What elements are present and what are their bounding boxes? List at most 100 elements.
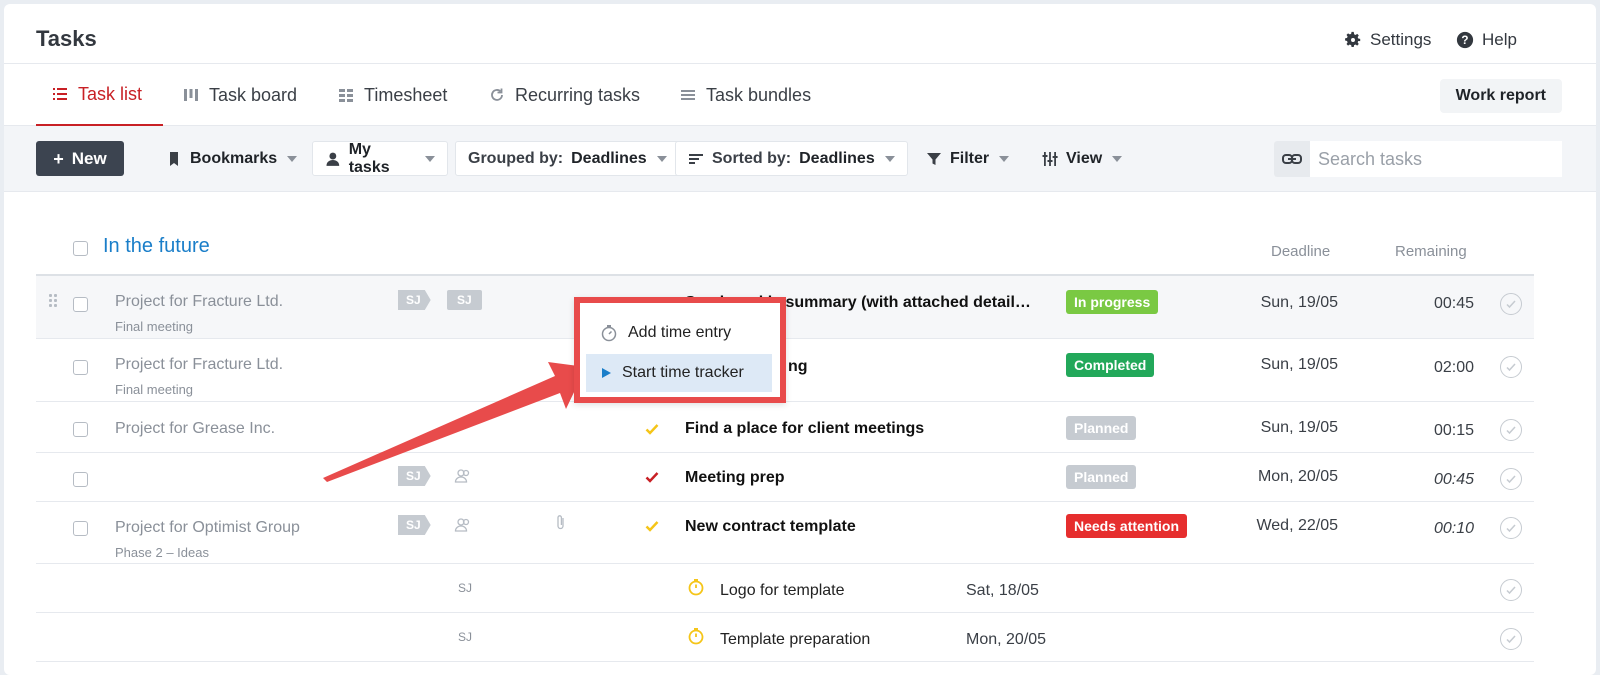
tab-task-board[interactable]: Task board <box>167 64 313 126</box>
add-time-entry-item[interactable]: Add time entry <box>586 314 772 352</box>
paperclip-icon <box>557 515 564 530</box>
project-name[interactable]: Project for Grease Inc. <box>115 420 275 438</box>
project-phase: Final meeting <box>115 382 194 397</box>
recurring-icon <box>491 88 503 101</box>
tab-bar: Task list Task board Timesheet Recurring… <box>4 64 1596 126</box>
tab-timesheet[interactable]: Timesheet <box>322 64 463 126</box>
timer-popup-menu: Add time entry Start time tracker <box>574 297 786 403</box>
tab-task-bundles[interactable]: Task bundles <box>664 64 827 126</box>
board-icon <box>184 89 198 101</box>
help-icon: ? <box>1456 31 1474 49</box>
task-name[interactable]: Meeting prep <box>685 469 785 487</box>
grouped-by-dropdown[interactable]: Grouped by: Deadlines <box>455 141 680 176</box>
complete-check-icon[interactable] <box>1500 517 1522 539</box>
sorted-prefix: Sorted by: <box>712 149 792 167</box>
tab-label: Task board <box>209 84 298 105</box>
task-name[interactable]: New contract template <box>685 518 856 536</box>
chevron-down-icon <box>1112 155 1123 162</box>
chevron-down-icon <box>656 155 667 162</box>
chevron-down-icon <box>884 155 895 162</box>
subtask-row[interactable]: SJ Template preparation Mon, 20/05 <box>36 613 1534 661</box>
row-checkbox[interactable] <box>73 472 88 487</box>
page-title: Tasks <box>36 26 97 51</box>
my-tasks-label: My tasks <box>348 140 390 176</box>
settings-link[interactable]: Settings <box>1344 30 1431 50</box>
filter-dropdown[interactable]: Filter <box>914 141 1021 176</box>
project-name[interactable]: Project for Fracture Ltd. <box>115 293 283 311</box>
subtask-row[interactable]: SJ Logo for template Sat, 18/05 <box>36 564 1534 612</box>
bundle-icon <box>681 90 695 100</box>
timesheet-icon <box>339 89 353 102</box>
subtask-date: Sat, 18/05 <box>966 582 1039 599</box>
group-title[interactable]: In the future <box>103 235 210 258</box>
team-icon <box>454 469 470 483</box>
divider <box>36 661 1534 662</box>
complete-check-icon[interactable] <box>1500 579 1522 601</box>
subtask-name[interactable]: Logo for template <box>720 582 845 600</box>
complete-check-icon[interactable] <box>1500 419 1522 441</box>
view-dropdown[interactable]: View <box>1030 141 1134 176</box>
list-icon <box>53 88 67 100</box>
row-checkbox[interactable] <box>73 360 88 375</box>
tab-task-list[interactable]: Task list <box>36 64 163 126</box>
grouped-prefix: Grouped by: <box>468 149 564 167</box>
status-badge: In progress <box>1066 290 1159 314</box>
work-report-button[interactable]: Work report <box>1439 79 1562 113</box>
search-box <box>1274 141 1562 177</box>
tab-label: Task bundles <box>706 84 812 105</box>
new-label: New <box>71 148 107 168</box>
table-row[interactable]: Project for Optimist Group Phase 2 – Ide… <box>36 502 1534 563</box>
table-row[interactable]: SJ Meeting prep Planned Mon, 20/05 00:45 <box>36 453 1534 501</box>
project-name[interactable]: Project for Optimist Group <box>115 519 300 537</box>
help-link[interactable]: ? Help <box>1456 30 1517 50</box>
row-checkbox[interactable] <box>73 422 88 437</box>
user-icon <box>326 152 340 166</box>
chevron-down-icon <box>999 155 1010 162</box>
complete-check-icon[interactable] <box>1500 468 1522 490</box>
remaining-time: 02:00 <box>1433 359 1474 376</box>
drag-handle-icon[interactable] <box>48 293 58 309</box>
project-name[interactable]: Project for Fracture Ltd. <box>115 356 283 374</box>
assignee-tag: SJ <box>398 515 431 535</box>
my-tasks-dropdown[interactable]: My tasks <box>312 141 448 176</box>
settings-label: Settings <box>1370 30 1432 49</box>
checkmark-yellow-icon <box>645 424 659 435</box>
deadline: Sun, 19/05 <box>1260 419 1338 436</box>
top-bar: Tasks Settings ? Help <box>4 4 1596 64</box>
gear-icon <box>1345 31 1361 48</box>
col-remaining[interactable]: Remaining <box>1395 243 1467 260</box>
start-time-tracker-item[interactable]: Start time tracker <box>586 354 772 392</box>
toolbar: + New Bookmarks My tasks Grouped by: Dea… <box>4 126 1596 192</box>
subtask-name[interactable]: Template preparation <box>720 631 870 649</box>
bookmarks-dropdown[interactable]: Bookmarks <box>154 141 309 176</box>
app-window: Tasks Settings ? Help Task list Task boa… <box>4 4 1596 675</box>
col-deadline[interactable]: Deadline <box>1271 243 1330 260</box>
row-checkbox[interactable] <box>73 521 88 536</box>
chevron-down-icon <box>287 155 298 162</box>
sorted-by-dropdown[interactable]: Sorted by: Deadlines <box>675 141 908 176</box>
sort-icon <box>689 153 703 164</box>
new-task-button[interactable]: + New <box>36 141 124 176</box>
task-name[interactable]: ng <box>788 358 808 376</box>
complete-check-icon[interactable] <box>1500 293 1522 315</box>
tab-recurring-tasks[interactable]: Recurring tasks <box>473 64 656 126</box>
assignee-tag: SJ <box>398 466 431 486</box>
checkmark-red-icon <box>645 472 659 483</box>
remaining-time: 00:10 <box>1433 520 1474 537</box>
link-icon[interactable] <box>1274 141 1310 177</box>
status-badge: Needs attention <box>1066 514 1188 538</box>
search-input[interactable] <box>1310 141 1562 177</box>
complete-check-icon[interactable] <box>1500 628 1522 650</box>
row-checkbox[interactable] <box>73 297 88 312</box>
help-label: Help <box>1482 30 1517 49</box>
project-phase: Final meeting <box>115 319 194 334</box>
team-icon <box>454 518 470 532</box>
group-select-checkbox[interactable] <box>73 241 88 256</box>
table-row[interactable]: Project for Grease Inc. Find a place for… <box>36 402 1534 452</box>
deadline: Sun, 19/05 <box>1260 294 1338 311</box>
task-name[interactable]: Find a place for client meetings <box>685 420 924 438</box>
status-badge: Completed <box>1066 353 1155 377</box>
complete-check-icon[interactable] <box>1500 356 1522 378</box>
plus-icon: + <box>53 148 64 169</box>
bookmark-icon <box>170 151 178 166</box>
